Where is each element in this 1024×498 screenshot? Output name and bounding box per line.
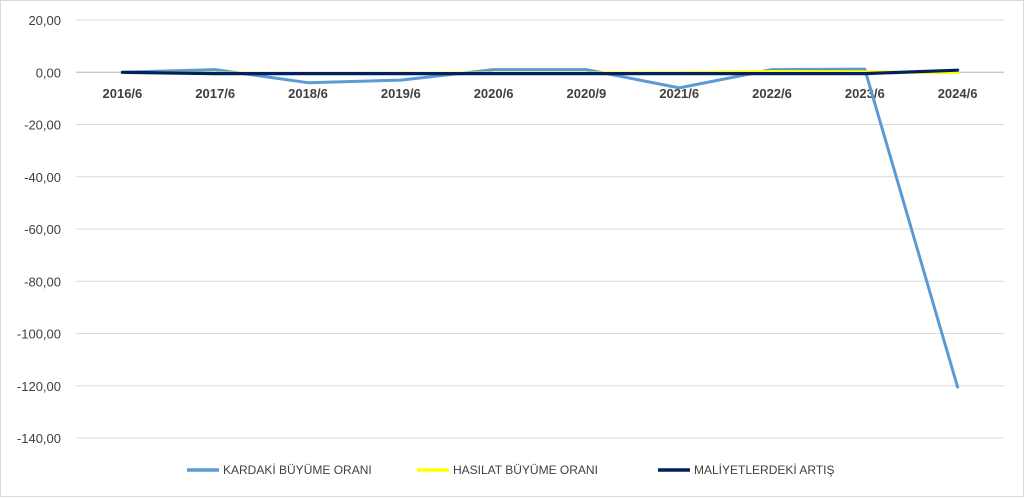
y-tick-label: 0,00 (36, 65, 61, 80)
chart-frame: 20,00 0,00 -20,00 -40,00 -60,00 -80,00 -100,00… (0, 0, 1024, 497)
y-tick-label: -60,00 (24, 222, 61, 237)
x-tick-label: 2020/9 (567, 86, 607, 101)
x-tick-label: 2023/6 (845, 86, 885, 101)
x-tick-label: 2024/6 (938, 86, 978, 101)
y-tick-label: 20,00 (28, 13, 61, 28)
y-tick-label: -20,00 (24, 118, 61, 133)
x-tick-label: 2016/6 (103, 86, 143, 101)
y-tick-label: -80,00 (24, 274, 61, 289)
x-tick-label: 2017/6 (195, 86, 235, 101)
legend: KARDAKİ BÜYÜME ORANI HASILAT BÜYÜME ORANI… (187, 463, 835, 477)
x-tick-label: 2022/6 (752, 86, 792, 101)
legend-label: HASILAT BÜYÜME ORANI (453, 463, 598, 477)
x-tick-label: 2020/6 (474, 86, 514, 101)
y-tick-label: -40,00 (24, 170, 61, 185)
series-line-1 (120, 67, 960, 389)
line-chart: 20,00 0,00 -20,00 -40,00 -60,00 -80,00 -100,00… (17, 13, 1004, 477)
series-lines (120, 67, 960, 389)
y-tick-label: -100,00 (17, 327, 61, 342)
x-tick-label: 2018/6 (288, 86, 328, 101)
legend-label: MALİYETLERDEKİ ARTIŞ (694, 463, 835, 477)
y-axis: 20,00 0,00 -20,00 -40,00 -60,00 -80,00 -100,00… (17, 13, 61, 446)
y-tick-label: -140,00 (17, 431, 61, 446)
gridlines (76, 19, 1004, 439)
y-tick-label: -120,00 (17, 379, 61, 394)
x-axis: 2016/6 2017/6 2018/6 2019/6 2020/6 2020/9 2021… (76, 71, 1004, 101)
x-tick-label: 2019/6 (381, 86, 421, 101)
legend-label: KARDAKİ BÜYÜME ORANI (223, 463, 372, 477)
